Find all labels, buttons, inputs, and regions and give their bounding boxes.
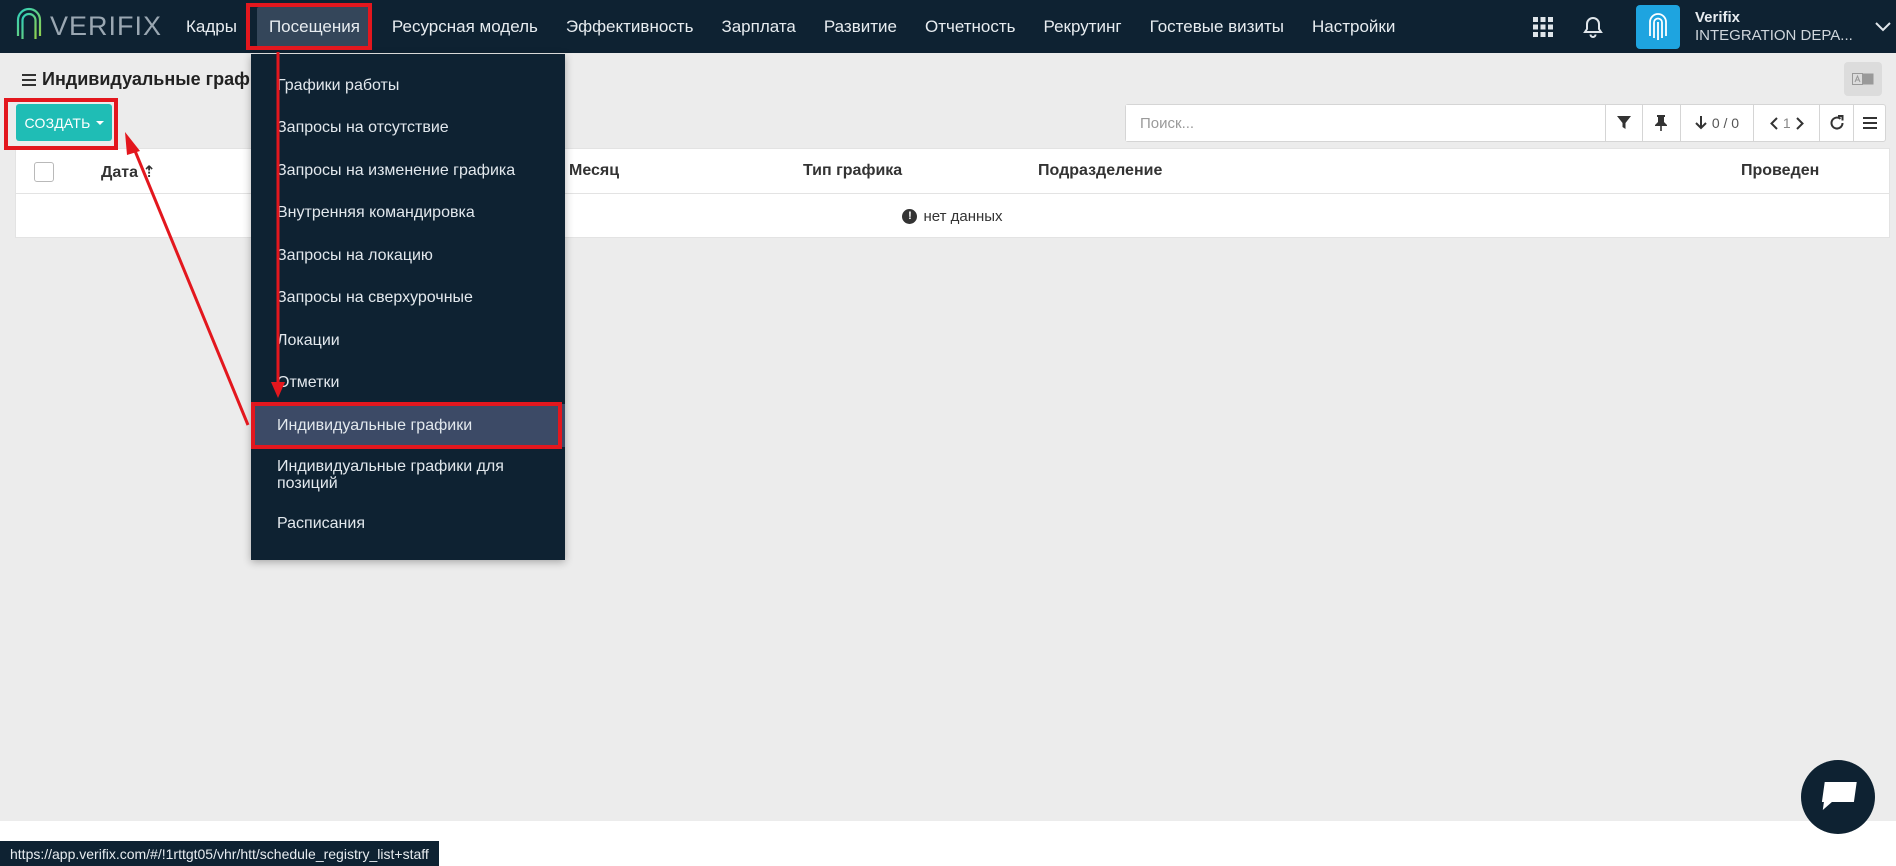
menu-item-work-schedules[interactable]: Графики работы (251, 64, 565, 107)
refresh-icon (1830, 115, 1844, 130)
chevron-down-icon (1875, 21, 1891, 31)
user-name: Verifix (1695, 8, 1741, 26)
column-header-department[interactable]: Подразделение (1038, 162, 1162, 180)
notifications-button[interactable] (1568, 0, 1618, 53)
list-menu-icon (1862, 117, 1877, 129)
menu-item-schedule-change-requests[interactable]: Запросы на изменение графика (251, 149, 565, 192)
info-icon: ! (902, 208, 918, 224)
fingerprint-avatar-icon (1649, 12, 1667, 40)
translate-button[interactable] (1844, 62, 1882, 96)
filter-icon (1616, 116, 1631, 129)
chat-button[interactable] (1801, 760, 1875, 834)
menu-item-individual-schedules[interactable]: Индивидуальные графики (251, 404, 565, 447)
nav-item-recruiting[interactable]: Рекрутинг (1030, 0, 1136, 53)
menu-item-individual-schedules-positions[interactable]: Индивидуальные графики для позиций (251, 447, 565, 503)
page-number: 1 (1782, 115, 1791, 131)
chevron-left-icon[interactable] (1769, 116, 1778, 130)
hamburger-icon[interactable] (22, 73, 36, 86)
filter-button[interactable] (1606, 105, 1643, 141)
view-options-button[interactable] (1854, 105, 1885, 141)
nav-item-efficiency[interactable]: Эффективность (552, 0, 708, 53)
nav-item-resource-model[interactable]: Ресурсная модель (378, 0, 552, 53)
refresh-button[interactable] (1820, 105, 1855, 141)
menu-item-location-requests[interactable]: Запросы на локацию (251, 234, 565, 277)
menu-item-internal-business-trip[interactable]: Внутренняя командировка (251, 192, 565, 235)
menu-item-locations[interactable]: Локации (251, 319, 565, 362)
create-button[interactable]: СОЗДАТЬ (16, 104, 112, 141)
page-title-text: Индивидуальные графи (42, 69, 261, 89)
column-header-schedule-type[interactable]: Тип графика (803, 162, 902, 180)
menu-item-absence-requests[interactable]: Запросы на отсутствие (251, 107, 565, 150)
user-menu-toggle[interactable] (1870, 21, 1896, 32)
caret-down-icon (95, 120, 104, 125)
user-org: INTEGRATION DEPA... (1695, 26, 1853, 44)
pin-button[interactable] (1643, 105, 1681, 141)
pin-icon (1655, 115, 1668, 131)
page-title: Индивидуальные графи (22, 69, 261, 90)
menu-item-overtime-requests[interactable]: Запросы на сверхурочные (251, 277, 565, 320)
top-navbar: VERIFIX Кадры Посещения Ресурсная модель… (0, 0, 1896, 53)
search-toolbar: 0 / 0 1 (1125, 104, 1886, 142)
nav-item-development[interactable]: Развитие (810, 0, 911, 53)
chat-icon (1821, 782, 1857, 810)
logo-text: VERIFIX (50, 10, 163, 41)
menu-item-timetables[interactable]: Расписания (251, 503, 565, 546)
menu-item-marks[interactable]: Отметки (251, 362, 565, 405)
nav-item-kadry[interactable]: Кадры (172, 0, 251, 53)
column-header-date[interactable]: Дата ⇡ (101, 162, 156, 182)
apps-grid-icon (1533, 16, 1553, 37)
bell-icon (1583, 16, 1603, 38)
create-button-label: СОЗДАТЬ (24, 114, 91, 131)
fingerprint-logo-icon (16, 7, 42, 42)
translate-icon (1852, 73, 1874, 85)
nav-item-poseshcheniya[interactable]: Посещения (256, 6, 372, 47)
chevron-right-icon[interactable] (1795, 116, 1804, 130)
pager-count: 0 / 0 (1711, 115, 1740, 131)
nav-item-reports[interactable]: Отчетность (911, 0, 1030, 53)
search-input[interactable] (1126, 105, 1606, 141)
user-info[interactable]: Verifix INTEGRATION DEPA... (1695, 9, 1870, 45)
pagination: 1 (1754, 105, 1821, 141)
navbar-right: Verifix INTEGRATION DEPA... (1518, 0, 1896, 53)
attendance-dropdown-menu: Графики работы Запросы на отсутствие Зап… (251, 54, 565, 560)
sort-pager[interactable]: 0 / 0 (1681, 105, 1755, 141)
avatar[interactable] (1636, 4, 1680, 49)
sort-down-icon (1695, 116, 1707, 130)
app-logo[interactable]: VERIFIX (14, 6, 162, 46)
select-all-checkbox[interactable] (34, 162, 54, 182)
apps-grid-button[interactable] (1518, 0, 1568, 53)
empty-text: нет данных (923, 207, 1003, 225)
column-header-month[interactable]: Месяц (569, 162, 619, 180)
nav-item-guest-visits[interactable]: Гостевые визиты (1136, 0, 1298, 53)
nav-item-salary[interactable]: Зарплата (707, 0, 809, 53)
nav-item-settings[interactable]: Настройки (1298, 0, 1409, 53)
status-bar-url: https://app.verifix.com/#/!1rttgt05/vhr/… (0, 841, 439, 866)
column-header-posted[interactable]: Проведен (1741, 162, 1819, 180)
main-nav: Кадры Посещения Ресурсная модель Эффекти… (172, 0, 1409, 53)
